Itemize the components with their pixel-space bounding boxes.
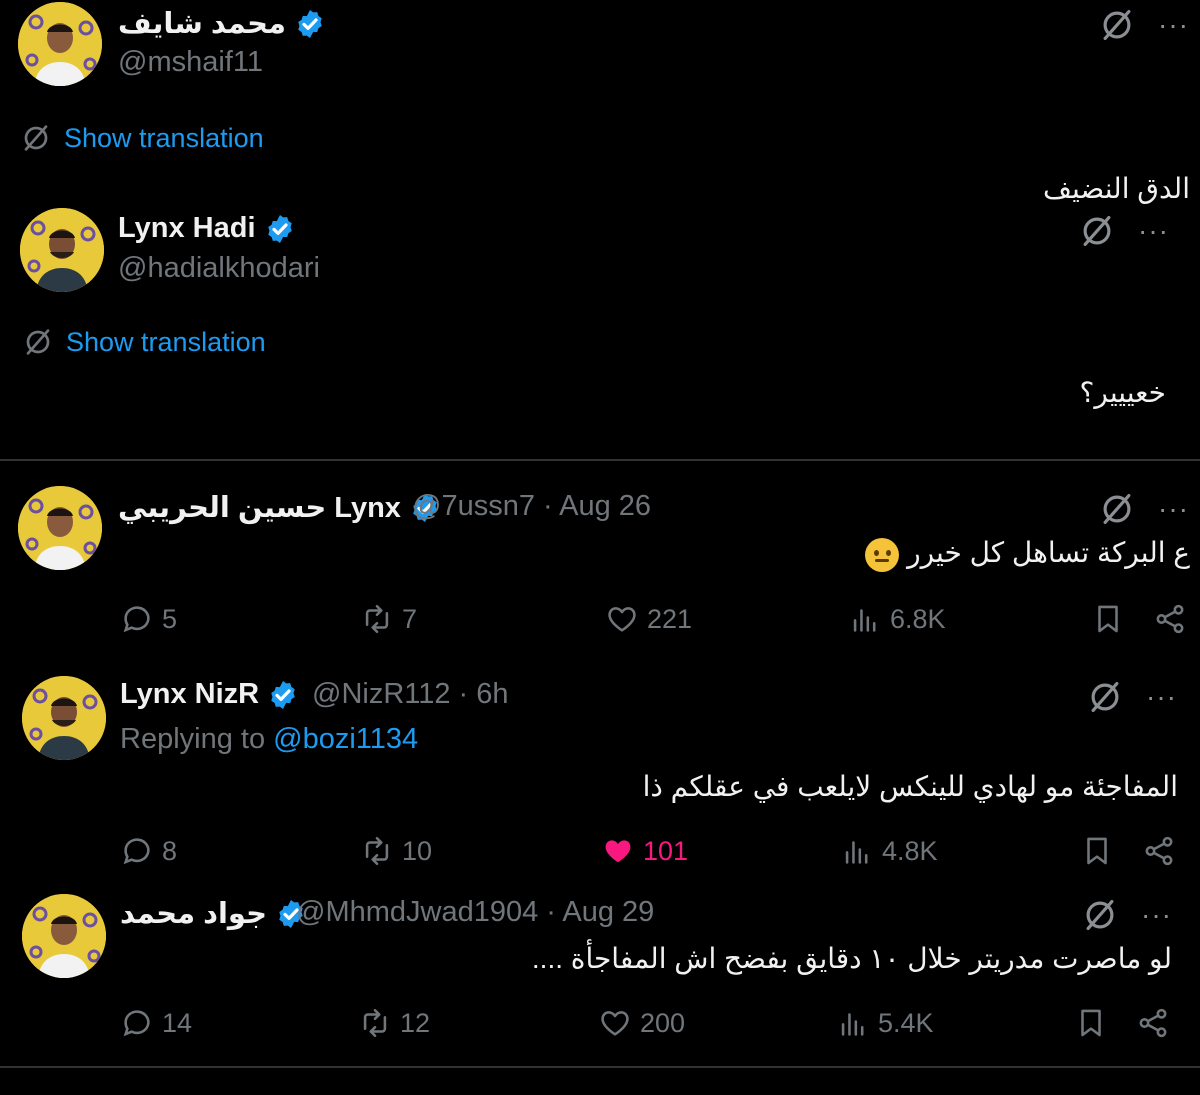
- share-icon[interactable]: [1153, 602, 1187, 636]
- no-translate-icon[interactable]: [1098, 490, 1136, 528]
- verified-badge-icon: [294, 8, 326, 40]
- show-translation-label: Show translation: [66, 326, 266, 357]
- retweet-button[interactable]: 10: [360, 834, 432, 868]
- tweet-text-body: ع البركة تساهل كل خيرر: [907, 537, 1190, 568]
- tweet-actions-top: ···: [1078, 212, 1169, 250]
- divider: [0, 1066, 1200, 1068]
- translate-icon: [20, 122, 52, 154]
- reply-count: 8: [162, 835, 178, 866]
- reply-button[interactable]: 14: [120, 1006, 192, 1040]
- bookmark-icon[interactable]: [1091, 602, 1125, 636]
- slight-smile-emoji-icon: [865, 537, 900, 572]
- tweet-text: المفاجئة مو لهادي للينكس لايلعب في عقلكم…: [642, 771, 1178, 802]
- like-button[interactable]: 221: [605, 602, 692, 636]
- views-count: 6.8K: [890, 603, 946, 634]
- retweet-button[interactable]: 12: [358, 1006, 430, 1040]
- views-icon: [848, 602, 882, 636]
- show-translation-link[interactable]: Show translation: [22, 326, 266, 358]
- user-handle[interactable]: @hadialkhodari: [118, 252, 320, 285]
- replying-to-label: Replying to: [120, 723, 274, 755]
- no-translate-icon[interactable]: [1086, 678, 1124, 716]
- user-handle[interactable]: @mshaif11: [118, 46, 263, 79]
- retweet-icon: [360, 834, 394, 868]
- bookmark-icon[interactable]: [1080, 834, 1114, 868]
- reply-button[interactable]: 5: [120, 602, 177, 636]
- display-name-text: جواد محمد: [120, 898, 268, 930]
- show-translation-label: Show translation: [64, 122, 264, 153]
- no-translate-icon[interactable]: [1098, 6, 1136, 44]
- display-name[interactable]: حسين الحريبي Lynx: [118, 490, 441, 525]
- display-name[interactable]: Lynx Hadi: [118, 212, 296, 245]
- more-options-icon[interactable]: ···: [1158, 11, 1189, 39]
- more-options-icon[interactable]: ···: [1158, 495, 1189, 523]
- user-handle-date[interactable]: @MhmdJwad1904 · Aug 29: [296, 896, 654, 929]
- verified-badge-icon: [267, 679, 299, 711]
- translate-icon: [22, 326, 54, 358]
- views-count: 5.4K: [878, 1007, 934, 1038]
- reply-icon: [120, 1006, 154, 1040]
- replying-to-mention[interactable]: @bozi1134: [273, 723, 418, 755]
- avatar[interactable]: [18, 2, 102, 86]
- retweet-icon: [360, 602, 394, 636]
- heart-filled-icon: [601, 834, 635, 868]
- views-button[interactable]: 6.8K: [848, 602, 946, 636]
- like-count: 221: [647, 603, 693, 634]
- no-translate-icon[interactable]: [1078, 212, 1116, 250]
- views-button[interactable]: 5.4K: [836, 1006, 934, 1040]
- avatar[interactable]: [20, 208, 104, 292]
- avatar[interactable]: [22, 676, 106, 760]
- like-count: 101: [643, 835, 689, 866]
- more-options-icon[interactable]: ···: [1138, 217, 1169, 245]
- views-count: 4.8K: [882, 835, 938, 866]
- more-options-icon[interactable]: ···: [1141, 901, 1172, 929]
- views-icon: [840, 834, 874, 868]
- tweet-text: لو ماصرت مدريتر خلال ١٠ دقايق بفضح اش ال…: [531, 943, 1172, 974]
- display-name[interactable]: Lynx NizR: [120, 678, 299, 711]
- like-button[interactable]: 101: [601, 834, 688, 868]
- share-icon[interactable]: [1142, 834, 1176, 868]
- user-handle-date[interactable]: @NizR112 · 6h: [312, 678, 509, 711]
- reply-count: 14: [162, 1007, 193, 1038]
- reply-button[interactable]: 8: [120, 834, 177, 868]
- no-translate-icon[interactable]: [1081, 896, 1119, 934]
- replying-to: Replying to @bozi1134: [120, 723, 418, 756]
- share-icon[interactable]: [1136, 1006, 1170, 1040]
- divider: [0, 459, 1200, 461]
- avatar[interactable]: [22, 894, 106, 978]
- reply-count: 5: [162, 603, 178, 634]
- views-icon: [836, 1006, 870, 1040]
- show-translation-link[interactable]: Show translation: [20, 122, 264, 154]
- more-options-icon[interactable]: ···: [1146, 683, 1177, 711]
- like-button[interactable]: 200: [598, 1006, 685, 1040]
- display-name-text: محمد شايف: [118, 8, 286, 40]
- tweet-text: الدق النضيف: [1043, 173, 1190, 204]
- tweet-text: ع البركة تساهل كل خيرر: [861, 536, 1190, 572]
- tweet-actions-top: ···: [1086, 678, 1177, 716]
- like-count: 200: [640, 1007, 686, 1038]
- display-name[interactable]: محمد شايف: [118, 6, 326, 41]
- reply-icon: [120, 834, 154, 868]
- tweet-text: خعييير؟: [1079, 377, 1166, 408]
- verified-badge-icon: [264, 213, 296, 245]
- retweet-icon: [358, 1006, 392, 1040]
- display-name-text: حسين الحريبي Lynx: [118, 492, 401, 524]
- tweet-actions-top: ···: [1081, 896, 1172, 934]
- user-handle-date[interactable]: @7ussn7 · Aug 26: [412, 490, 651, 523]
- tweet-actions-top: ···: [1098, 490, 1189, 528]
- retweet-button[interactable]: 7: [360, 602, 417, 636]
- retweet-count: 12: [400, 1007, 431, 1038]
- views-button[interactable]: 4.8K: [840, 834, 938, 868]
- display-name-text: Lynx NizR: [120, 678, 260, 710]
- retweet-count: 10: [402, 835, 433, 866]
- heart-icon: [605, 602, 639, 636]
- heart-icon: [598, 1006, 632, 1040]
- display-name[interactable]: جواد محمد: [120, 896, 307, 931]
- display-name-text: Lynx Hadi: [118, 212, 256, 244]
- bookmark-icon[interactable]: [1074, 1006, 1108, 1040]
- reply-icon: [120, 602, 154, 636]
- retweet-count: 7: [402, 603, 418, 634]
- tweet-actions-top: ···: [1098, 6, 1189, 44]
- avatar[interactable]: [18, 486, 102, 570]
